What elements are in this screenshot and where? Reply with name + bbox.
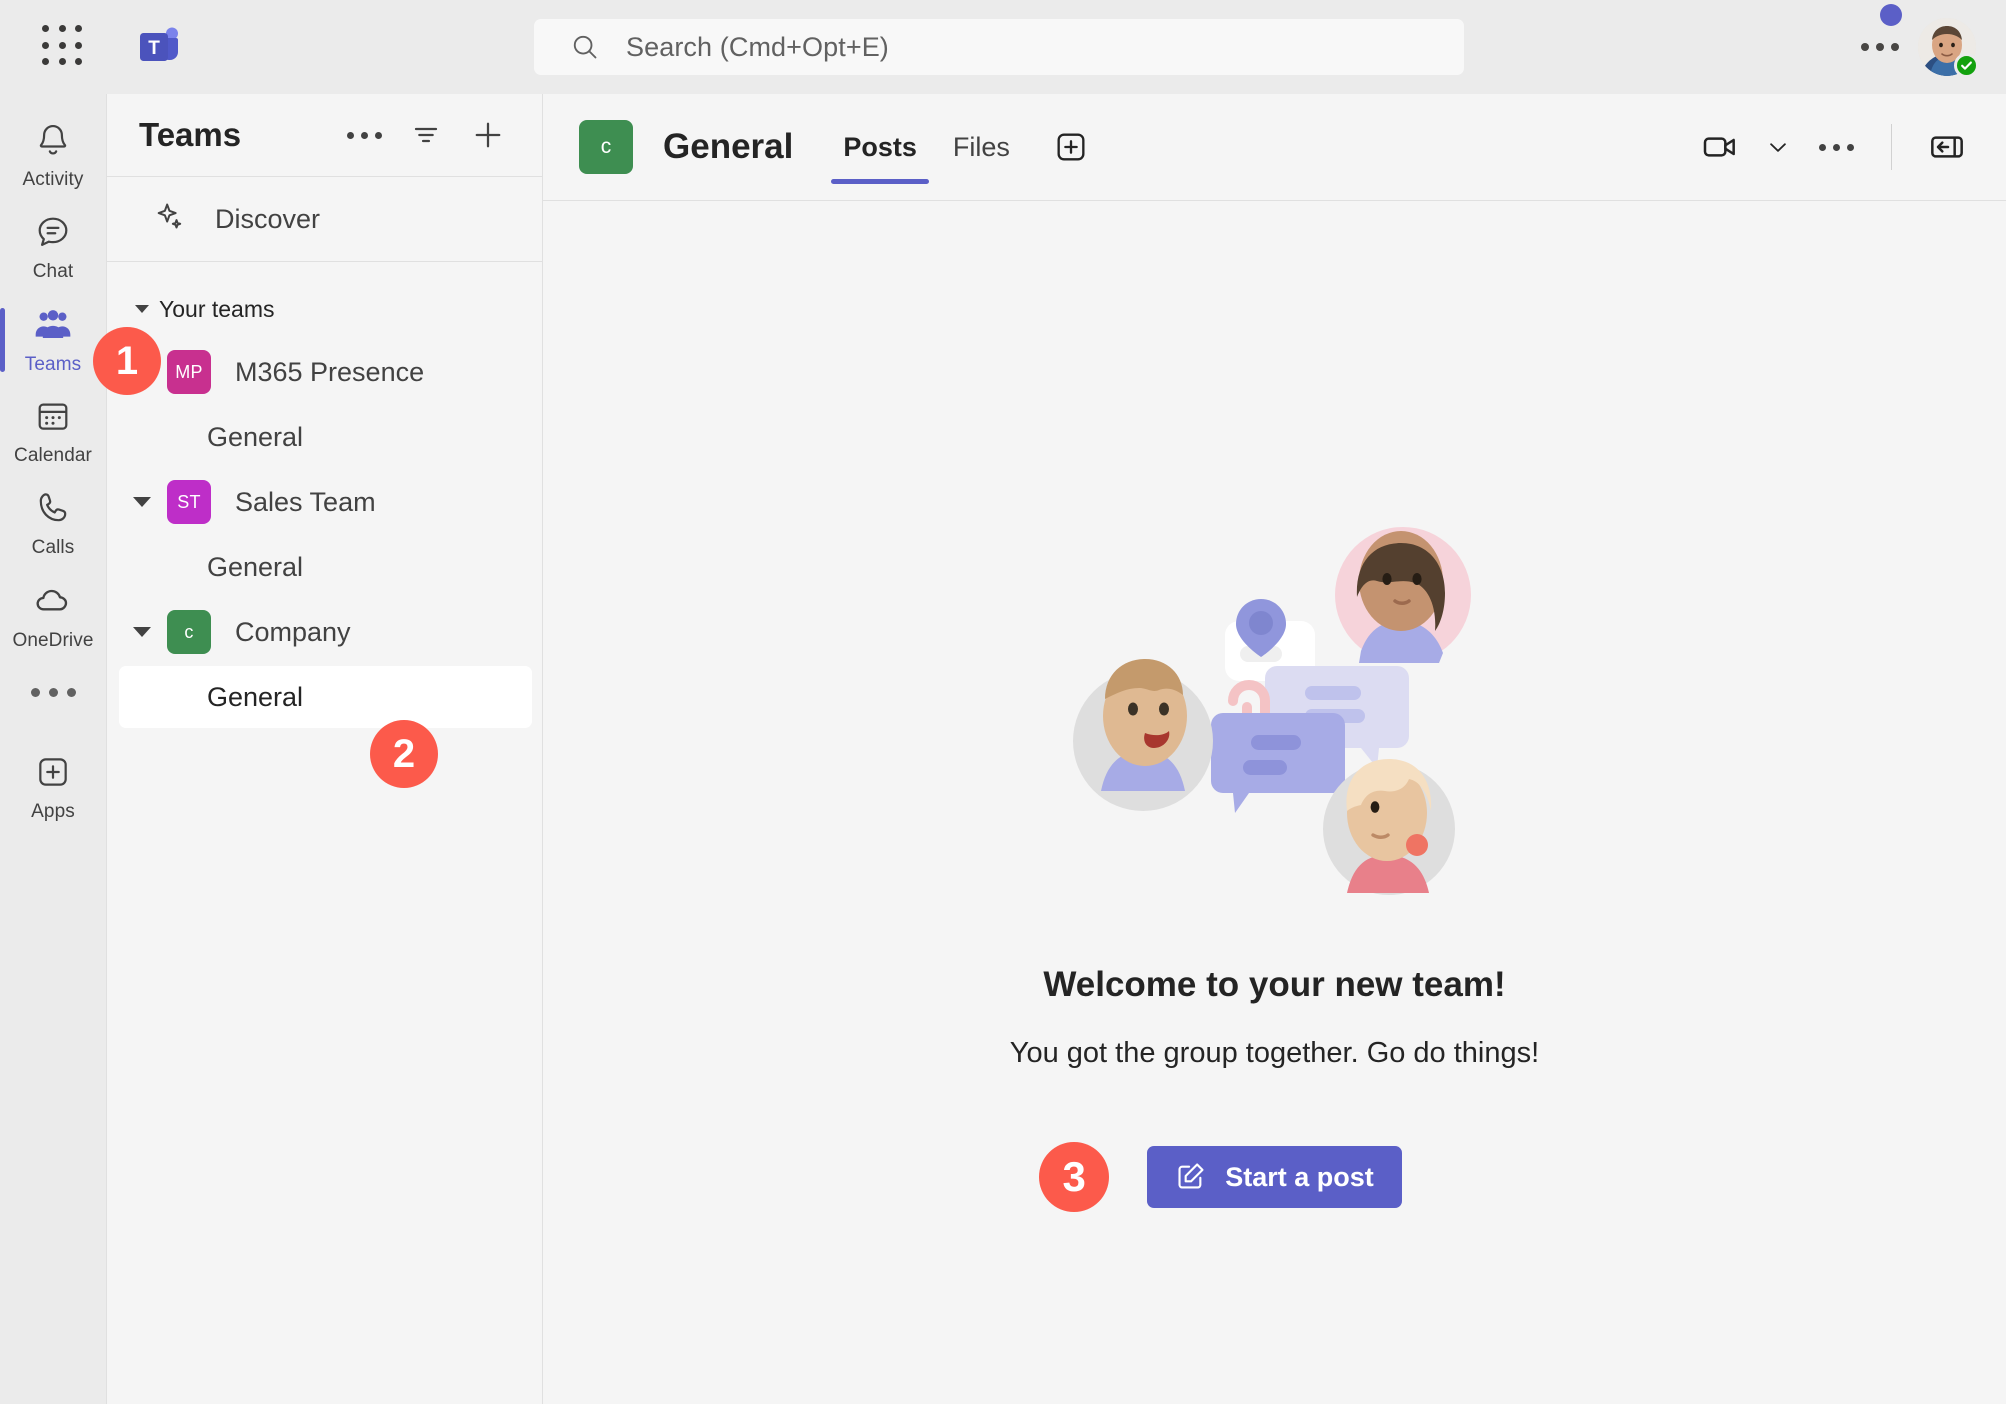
team-name: M365 Presence — [235, 356, 425, 387]
rail-item-label: Calendar — [14, 445, 92, 466]
avatar[interactable] — [1918, 18, 1979, 78]
channel-name: General — [207, 421, 304, 452]
tab-posts[interactable]: Posts — [829, 94, 931, 200]
search-bar[interactable]: Search (Cmd+Opt+E) — [534, 19, 1464, 75]
filter-icon[interactable] — [402, 111, 450, 159]
add-tab-icon[interactable] — [1046, 122, 1096, 172]
welcome-subtitle: You got the group together. Go do things… — [1009, 1037, 1540, 1069]
channel-header-actions — [1691, 118, 1976, 176]
teams-logo-icon: T — [136, 24, 182, 70]
chevron-down-icon — [135, 305, 149, 313]
main-panel: c General Posts Files Welcome to your ne… — [542, 94, 2006, 1404]
chevron-down-icon[interactable] — [1755, 118, 1801, 176]
team-name: Sales Team — [235, 486, 376, 517]
team-avatar: MP — [167, 350, 211, 394]
sidebar-header: Teams — [107, 94, 542, 176]
phone-icon — [34, 489, 72, 532]
rail-item-label: Teams — [24, 354, 82, 375]
tab-files[interactable]: Files — [939, 94, 1024, 200]
team-sales-team[interactable]: ST Sales Team — [107, 470, 542, 534]
meet-now-icon[interactable] — [1691, 118, 1749, 176]
team-collaboration-illustration — [1065, 501, 1485, 921]
join-or-create-team-icon[interactable] — [464, 111, 512, 159]
channel-general-m365[interactable]: General — [119, 406, 532, 468]
rail-item-activity[interactable]: Activity — [0, 110, 106, 202]
sidebar-item-discover[interactable]: Discover — [107, 177, 542, 261]
channel-general-sales[interactable]: General — [119, 536, 532, 598]
more-options-icon[interactable] — [1807, 118, 1865, 176]
search-input[interactable]: Search (Cmd+Opt+E) — [626, 32, 889, 63]
chevron-down-icon[interactable] — [133, 627, 151, 637]
start-a-post-label: Start a post — [1225, 1161, 1374, 1192]
callout-badge-2: 2 — [370, 720, 438, 788]
team-name: Company — [235, 616, 351, 647]
rail-more-icon[interactable] — [0, 662, 106, 722]
team-avatar: ST — [167, 480, 211, 524]
status-badge — [1954, 53, 1979, 78]
empty-state: Welcome to your new team! You got the gr… — [543, 201, 2006, 1404]
your-teams-label: Your teams — [159, 295, 275, 322]
search-icon — [573, 35, 597, 59]
rail-item-label: Activity — [22, 169, 84, 190]
svg-text:T: T — [148, 38, 160, 59]
teams-sidebar: Teams Discover Your teams MP M365 Presen… — [106, 94, 542, 1404]
rail-item-calendar[interactable]: Calendar — [0, 386, 106, 478]
channel-name: General — [207, 681, 304, 712]
start-a-post-button[interactable]: Start a post — [1147, 1146, 1402, 1208]
sparkle-icon — [153, 200, 187, 239]
rail-item-label: Apps — [31, 801, 75, 822]
cloud-icon — [33, 580, 73, 625]
rail-item-teams[interactable]: Teams — [0, 294, 106, 386]
channel-header: c General Posts Files — [543, 94, 2006, 200]
teams-app-window: T Search (Cmd+Opt+E) Activity Chat Teams… — [0, 0, 2006, 1404]
channel-tabs: Posts Files — [829, 94, 1096, 200]
callout-badge-3: 3 — [1039, 1142, 1110, 1212]
welcome-title: Welcome to your new team! — [1043, 965, 1506, 1004]
rail-item-calls[interactable]: Calls — [0, 478, 106, 570]
divider — [1891, 124, 1892, 170]
rail-item-chat[interactable]: Chat — [0, 202, 106, 294]
channel-general-company[interactable]: General — [119, 666, 532, 728]
rail-item-label: OneDrive — [12, 630, 94, 651]
left-rail: Activity Chat Teams Calendar Calls OneDr… — [0, 94, 106, 1404]
app-body: Activity Chat Teams Calendar Calls OneDr… — [0, 94, 2006, 1404]
discover-label: Discover — [215, 203, 321, 234]
more-options-icon[interactable] — [340, 111, 388, 159]
callout-badge-1: 1 — [93, 327, 161, 395]
title-bar: T Search (Cmd+Opt+E) — [0, 0, 2006, 94]
channel-title: General — [663, 127, 794, 166]
chevron-down-icon[interactable] — [133, 497, 151, 507]
rail-item-onedrive[interactable]: OneDrive — [0, 570, 106, 662]
bell-icon — [34, 121, 72, 164]
settings-more-icon[interactable] — [1852, 19, 1908, 75]
your-teams-header[interactable]: Your teams — [107, 278, 542, 340]
team-avatar: c — [579, 120, 633, 174]
notification-dot-icon — [1880, 4, 1902, 26]
divider — [107, 261, 542, 262]
app-launcher-icon[interactable] — [42, 25, 86, 69]
people-icon — [33, 304, 73, 349]
calendar-icon — [34, 397, 72, 440]
team-m365-presence[interactable]: MP M365 Presence — [107, 340, 542, 404]
compose-icon — [1175, 1160, 1207, 1195]
collapse-panel-icon[interactable] — [1918, 118, 1976, 176]
start-post-row: 3 Start a post — [1039, 1142, 1402, 1212]
page-title: Teams — [139, 116, 242, 153]
channel-name: General — [207, 551, 304, 582]
title-bar-right — [1852, 4, 2006, 78]
selected-indicator — [0, 308, 5, 372]
team-company[interactable]: c Company — [107, 600, 542, 664]
rail-item-apps[interactable]: Apps — [0, 742, 106, 834]
chat-bubble-icon — [34, 213, 72, 256]
team-avatar: c — [167, 610, 211, 654]
sidebar-header-actions — [340, 111, 512, 159]
plus-box-icon — [34, 753, 72, 796]
rail-item-label: Calls — [31, 537, 75, 558]
rail-item-label: Chat — [32, 261, 74, 282]
